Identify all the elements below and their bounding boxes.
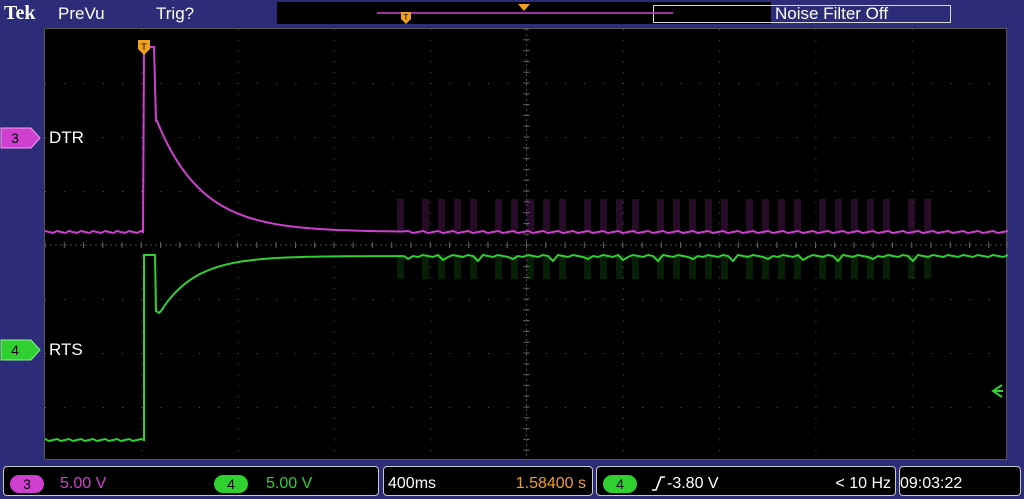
trigger-readout[interactable]: 4 -3.80 V < 10 Hz — [596, 466, 896, 496]
svg-text:T: T — [141, 42, 147, 52]
waveform-display[interactable]: T — [44, 28, 1008, 461]
ch4-ground-marker[interactable]: 4 — [0, 339, 42, 361]
svg-text:3: 3 — [11, 130, 19, 146]
ch3-scale: 5.00 V — [60, 475, 107, 492]
trigger-source-badge: 4 — [603, 475, 637, 493]
brand-logo: Tek — [4, 2, 36, 24]
trigger-status: Trig? — [156, 4, 195, 23]
noise-filter-status: Noise Filter Off — [775, 4, 889, 23]
rising-edge-icon — [652, 476, 665, 491]
svg-text:T: T — [404, 13, 409, 22]
ch3-label: DTR — [49, 128, 84, 147]
ch3-badge: 3 — [10, 475, 44, 493]
clock-readout: 09:03:22 — [899, 466, 1021, 496]
svg-text:4: 4 — [11, 342, 19, 358]
timebase-value: 400ms — [388, 475, 437, 492]
graticule: T — [45, 29, 1008, 461]
top-status-bar: Tek PreVu Trig? T Noise Filter Off — [0, 0, 1024, 28]
ch3-ground-marker[interactable]: 3 — [0, 127, 42, 149]
acquisition-mode: PreVu — [58, 4, 105, 23]
record-view-bar[interactable]: T — [277, 2, 951, 24]
trigger-position-value: 1.58400 s — [515, 475, 586, 492]
ch4-waveform — [45, 253, 1008, 443]
bottom-status-bar: 3 5.00 V 4 5.00 V 400ms 1.58400 s 4 -3.8… — [0, 463, 1024, 499]
ch4-scale: 5.00 V — [266, 475, 313, 492]
ch4-label: RTS — [49, 340, 83, 359]
clock-time: 09:03:22 — [900, 475, 963, 492]
ch4-badge: 4 — [214, 475, 248, 493]
timebase-readout[interactable]: 400ms 1.58400 s — [383, 466, 593, 496]
expansion-point-icon — [518, 4, 530, 11]
trigger-level: -3.80 V — [667, 475, 719, 492]
trigger-time-marker-icon: T — [138, 40, 150, 55]
trigger-frequency: < 10 Hz — [835, 475, 891, 492]
trigger-level-arrow-icon[interactable] — [990, 384, 1004, 398]
trigger-position-icon: T — [401, 12, 411, 24]
vertical-scale-readout[interactable]: 3 5.00 V 4 5.00 V — [3, 466, 379, 496]
